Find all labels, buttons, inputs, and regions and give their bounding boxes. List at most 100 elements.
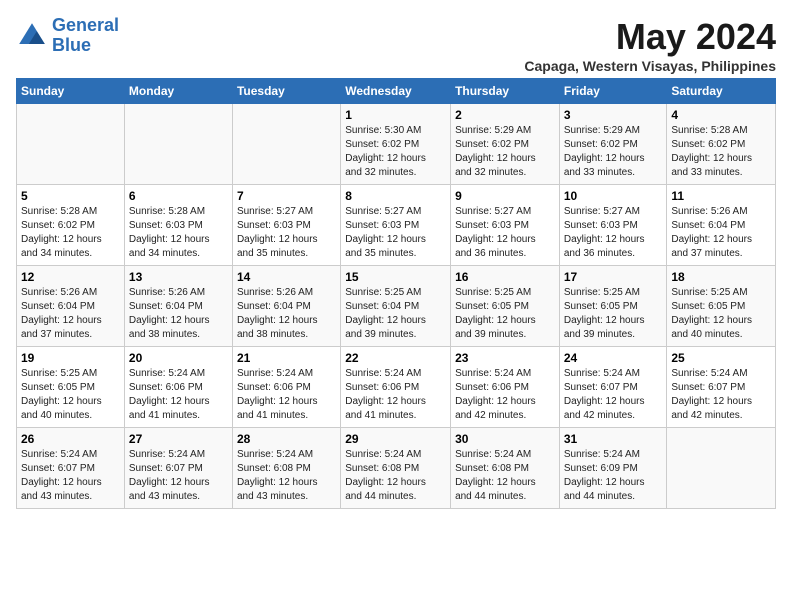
day-number: 29 — [345, 432, 446, 446]
day-info: Sunrise: 5:29 AM Sunset: 6:02 PM Dayligh… — [564, 124, 663, 180]
calendar-day-cell: 24 Sunrise: 5:24 AM Sunset: 6:07 PM Dayli… — [559, 347, 667, 428]
calendar-day-cell: 1 Sunrise: 5:30 AM Sunset: 6:02 PM Daylig… — [341, 104, 451, 185]
day-info: Sunrise: 5:27 AM Sunset: 6:03 PM Dayligh… — [455, 205, 555, 261]
day-info: Sunrise: 5:24 AM Sunset: 6:07 PM Dayligh… — [129, 448, 228, 504]
day-number: 25 — [671, 351, 771, 365]
calendar-day-cell: 7 Sunrise: 5:27 AM Sunset: 6:03 PM Daylig… — [232, 185, 340, 266]
day-info: Sunrise: 5:25 AM Sunset: 6:05 PM Dayligh… — [455, 286, 555, 342]
day-info: Sunrise: 5:24 AM Sunset: 6:09 PM Dayligh… — [564, 448, 663, 504]
day-number: 8 — [345, 189, 446, 203]
calendar-day-cell: 3 Sunrise: 5:29 AM Sunset: 6:02 PM Daylig… — [559, 104, 667, 185]
calendar-day-cell: 11Sunrise: 5:26 AM Sunset: 6:04 PM Dayli… — [667, 185, 776, 266]
day-number: 30 — [455, 432, 555, 446]
day-info: Sunrise: 5:26 AM Sunset: 6:04 PM Dayligh… — [671, 205, 771, 261]
weekday-header-cell: Saturday — [667, 79, 776, 104]
day-info: Sunrise: 5:24 AM Sunset: 6:08 PM Dayligh… — [455, 448, 555, 504]
day-number: 27 — [129, 432, 228, 446]
day-number: 17 — [564, 270, 663, 284]
calendar-day-cell — [232, 104, 340, 185]
calendar-day-cell: 29 Sunrise: 5:24 AM Sunset: 6:08 PM Dayli… — [341, 428, 451, 509]
day-number: 6 — [129, 189, 228, 203]
calendar-week-row: 26 Sunrise: 5:24 AM Sunset: 6:07 PM Dayli… — [17, 428, 776, 509]
calendar-day-cell: 14 Sunrise: 5:26 AM Sunset: 6:04 PM Dayli… — [232, 266, 340, 347]
logo-line1: General — [52, 15, 119, 35]
day-info: Sunrise: 5:24 AM Sunset: 6:08 PM Dayligh… — [345, 448, 446, 504]
page-header: General Blue May 2024 Capaga, Western Vi… — [16, 16, 776, 74]
day-number: 12 — [21, 270, 120, 284]
calendar-day-cell: 27 Sunrise: 5:24 AM Sunset: 6:07 PM Dayli… — [124, 428, 232, 509]
day-number: 7 — [237, 189, 336, 203]
day-info: Sunrise: 5:25 AM Sunset: 6:05 PM Dayligh… — [671, 286, 771, 342]
weekday-header-cell: Monday — [124, 79, 232, 104]
day-info: Sunrise: 5:24 AM Sunset: 6:07 PM Dayligh… — [21, 448, 120, 504]
day-info: Sunrise: 5:27 AM Sunset: 6:03 PM Dayligh… — [237, 205, 336, 261]
day-number: 5 — [21, 189, 120, 203]
weekday-header-cell: Sunday — [17, 79, 125, 104]
day-info: Sunrise: 5:28 AM Sunset: 6:03 PM Dayligh… — [129, 205, 228, 261]
calendar-day-cell: 4Sunrise: 5:28 AM Sunset: 6:02 PM Daylig… — [667, 104, 776, 185]
day-info: Sunrise: 5:26 AM Sunset: 6:04 PM Dayligh… — [237, 286, 336, 342]
day-number: 13 — [129, 270, 228, 284]
calendar-body: 1 Sunrise: 5:30 AM Sunset: 6:02 PM Daylig… — [17, 104, 776, 509]
day-number: 23 — [455, 351, 555, 365]
day-number: 4 — [671, 108, 771, 122]
day-number: 26 — [21, 432, 120, 446]
day-info: Sunrise: 5:25 AM Sunset: 6:05 PM Dayligh… — [21, 367, 120, 423]
day-info: Sunrise: 5:25 AM Sunset: 6:04 PM Dayligh… — [345, 286, 446, 342]
day-number: 22 — [345, 351, 446, 365]
day-number: 9 — [455, 189, 555, 203]
day-info: Sunrise: 5:26 AM Sunset: 6:04 PM Dayligh… — [21, 286, 120, 342]
calendar-day-cell: 8Sunrise: 5:27 AM Sunset: 6:03 PM Daylig… — [341, 185, 451, 266]
weekday-header-cell: Wednesday — [341, 79, 451, 104]
day-number: 31 — [564, 432, 663, 446]
logo: General Blue — [16, 16, 119, 56]
day-info: Sunrise: 5:24 AM Sunset: 6:06 PM Dayligh… — [237, 367, 336, 423]
calendar-week-row: 19 Sunrise: 5:25 AM Sunset: 6:05 PM Dayli… — [17, 347, 776, 428]
day-info: Sunrise: 5:24 AM Sunset: 6:06 PM Dayligh… — [345, 367, 446, 423]
month-title: May 2024 — [524, 16, 776, 58]
calendar-day-cell: 16 Sunrise: 5:25 AM Sunset: 6:05 PM Dayli… — [451, 266, 560, 347]
day-info: Sunrise: 5:24 AM Sunset: 6:06 PM Dayligh… — [455, 367, 555, 423]
calendar-day-cell: 23 Sunrise: 5:24 AM Sunset: 6:06 PM Dayli… — [451, 347, 560, 428]
calendar-day-cell: 18 Sunrise: 5:25 AM Sunset: 6:05 PM Dayli… — [667, 266, 776, 347]
day-info: Sunrise: 5:24 AM Sunset: 6:08 PM Dayligh… — [237, 448, 336, 504]
location: Capaga, Western Visayas, Philippines — [524, 58, 776, 74]
title-block: May 2024 Capaga, Western Visayas, Philip… — [524, 16, 776, 74]
day-info: Sunrise: 5:24 AM Sunset: 6:07 PM Dayligh… — [564, 367, 663, 423]
day-number: 24 — [564, 351, 663, 365]
calendar-day-cell: 28 Sunrise: 5:24 AM Sunset: 6:08 PM Dayli… — [232, 428, 340, 509]
calendar-day-cell: 31 Sunrise: 5:24 AM Sunset: 6:09 PM Dayli… — [559, 428, 667, 509]
day-number: 18 — [671, 270, 771, 284]
calendar-day-cell: 19 Sunrise: 5:25 AM Sunset: 6:05 PM Dayli… — [17, 347, 125, 428]
day-number: 2 — [455, 108, 555, 122]
calendar-day-cell — [17, 104, 125, 185]
calendar-table: SundayMondayTuesdayWednesdayThursdayFrid… — [16, 78, 776, 509]
day-number: 21 — [237, 351, 336, 365]
day-number: 16 — [455, 270, 555, 284]
day-number: 14 — [237, 270, 336, 284]
day-number: 1 — [345, 108, 446, 122]
day-number: 3 — [564, 108, 663, 122]
calendar-day-cell: 21 Sunrise: 5:24 AM Sunset: 6:06 PM Dayli… — [232, 347, 340, 428]
day-number: 10 — [564, 189, 663, 203]
calendar-day-cell: 26 Sunrise: 5:24 AM Sunset: 6:07 PM Dayli… — [17, 428, 125, 509]
calendar-day-cell: 22 Sunrise: 5:24 AM Sunset: 6:06 PM Dayli… — [341, 347, 451, 428]
day-info: Sunrise: 5:24 AM Sunset: 6:07 PM Dayligh… — [671, 367, 771, 423]
day-info: Sunrise: 5:24 AM Sunset: 6:06 PM Dayligh… — [129, 367, 228, 423]
logo-line2: Blue — [52, 35, 91, 55]
day-info: Sunrise: 5:30 AM Sunset: 6:02 PM Dayligh… — [345, 124, 446, 180]
calendar-week-row: 12 Sunrise: 5:26 AM Sunset: 6:04 PM Dayli… — [17, 266, 776, 347]
day-info: Sunrise: 5:27 AM Sunset: 6:03 PM Dayligh… — [564, 205, 663, 261]
calendar-day-cell: 12 Sunrise: 5:26 AM Sunset: 6:04 PM Dayli… — [17, 266, 125, 347]
day-number: 19 — [21, 351, 120, 365]
calendar-day-cell: 2Sunrise: 5:29 AM Sunset: 6:02 PM Daylig… — [451, 104, 560, 185]
calendar-day-cell: 25 Sunrise: 5:24 AM Sunset: 6:07 PM Dayli… — [667, 347, 776, 428]
calendar-day-cell: 17Sunrise: 5:25 AM Sunset: 6:05 PM Dayli… — [559, 266, 667, 347]
day-number: 15 — [345, 270, 446, 284]
calendar-day-cell: 15 Sunrise: 5:25 AM Sunset: 6:04 PM Dayli… — [341, 266, 451, 347]
weekday-header-cell: Tuesday — [232, 79, 340, 104]
day-number: 28 — [237, 432, 336, 446]
weekday-header-row: SundayMondayTuesdayWednesdayThursdayFrid… — [17, 79, 776, 104]
day-number: 20 — [129, 351, 228, 365]
logo-text: General Blue — [52, 16, 119, 56]
